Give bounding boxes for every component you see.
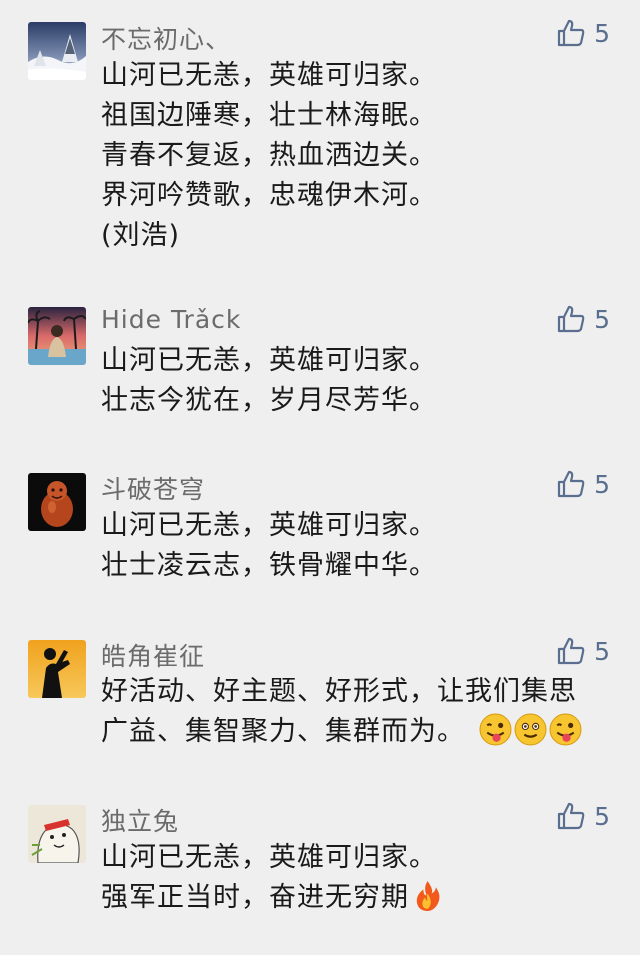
comment-text: 山河已无恙，英雄可归家。 壮士凌云志，铁骨耀中华。 (101, 506, 621, 586)
comment-line: 山河已无恙，英雄可归家。 (101, 842, 437, 873)
like-button[interactable]: 5 (556, 469, 610, 499)
thumbs-up-icon (557, 305, 585, 333)
comment-line: 山河已无恙，英雄可归家。 (101, 345, 437, 376)
comment-line: 界河吟赞歌，忠魂伊木河。 (101, 180, 437, 211)
comment-text: 好活动、好主题、好形式，让我们集思 广益、集智聚力、集群而为。 (101, 672, 621, 752)
commenter-name[interactable]: 斗破苍穹 (101, 470, 205, 506)
comment-line: (刘浩) (101, 220, 181, 251)
avatar-palm-sunset[interactable] (28, 307, 86, 365)
comment-line: 青春不复返，热血洒边关。 (101, 140, 437, 171)
comment-line: 祖国边陲寒，壮士林海眠。 (101, 100, 437, 131)
comment-line: 壮志今犹在，岁月尽芳华。 (101, 385, 437, 416)
comment-text: 山河已无恙，英雄可归家。 祖国边陲寒，壮士林海眠。 青春不复返，热血洒边关。 界… (101, 56, 621, 256)
winking-tongue-emoji-icon (549, 713, 582, 746)
like-count: 5 (594, 801, 610, 831)
like-count: 5 (594, 469, 610, 499)
comment-line: 广益、集智聚力、集群而为。 (101, 712, 621, 752)
like-count: 5 (594, 636, 610, 666)
winking-tongue-emoji-icon (479, 713, 512, 746)
comment-line: 壮士凌云志，铁骨耀中华。 (101, 550, 437, 581)
comment-line: 山河已无恙，英雄可归家。 (101, 60, 437, 91)
thumbs-up-icon (557, 637, 585, 665)
thumbs-up-icon (557, 802, 585, 830)
comment-line: 山河已无恙，英雄可归家。 (101, 510, 437, 541)
avatar-snow-tree[interactable] (28, 22, 86, 80)
thumbs-up-icon (557, 470, 585, 498)
avatar-silhouette[interactable] (28, 640, 86, 698)
like-count: 5 (594, 304, 610, 334)
commenter-name[interactable]: Hide Trǎck (101, 305, 241, 334)
like-button[interactable]: 5 (556, 636, 610, 666)
comment-text: 山河已无恙，英雄可归家。 强军正当时，奋进无穷期 (101, 838, 621, 918)
commenter-name[interactable]: 皓角崔征 (101, 637, 205, 673)
comment-line-text: 强军正当时，奋进无穷期 (101, 882, 409, 913)
comment-line: 好活动、好主题、好形式，让我们集思 (101, 676, 577, 707)
comment-line-text: 广益、集智聚力、集群而为。 (101, 716, 465, 747)
commenter-name[interactable]: 不忘初心、 (101, 20, 231, 56)
commenter-name[interactable]: 独立兔 (101, 802, 179, 838)
thumbs-up-icon (557, 19, 585, 47)
avatar-rabbit[interactable] (28, 805, 86, 863)
fire-emoji-icon (416, 881, 440, 911)
comment-text: 山河已无恙，英雄可归家。 壮志今犹在，岁月尽芳华。 (101, 341, 621, 421)
like-button[interactable]: 5 (556, 801, 610, 831)
like-button[interactable]: 5 (556, 18, 610, 48)
smiling-emoji-icon (514, 713, 547, 746)
avatar-figurine[interactable] (28, 473, 86, 531)
like-count: 5 (594, 18, 610, 48)
comment-line: 强军正当时，奋进无穷期 (101, 878, 621, 918)
like-button[interactable]: 5 (556, 304, 610, 334)
